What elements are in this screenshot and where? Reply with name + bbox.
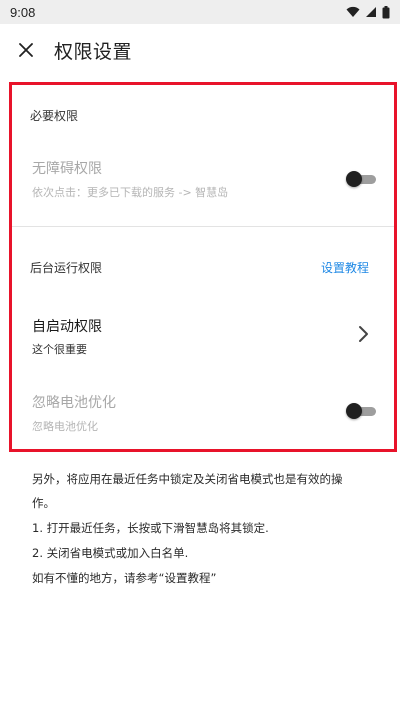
note-line-5: 如有不懂的地方，请参考“设置教程” <box>32 571 217 585</box>
status-bar: 9:08 <box>0 0 400 24</box>
autostart-permission-subtitle: 这个很重要 <box>32 343 87 356</box>
wifi-icon <box>346 6 360 17</box>
close-button[interactable] <box>2 26 50 74</box>
note-line-1: 另外，将应用在最近任务中锁定及关闭省电模式也是有效的操 <box>32 472 343 486</box>
battery-icon <box>382 5 390 18</box>
battery-optimization-title: 忽略电池优化 <box>32 395 116 411</box>
signal-icon <box>366 7 376 17</box>
accessibility-permission-title: 无障碍权限 <box>32 161 102 177</box>
status-time: 9:08 <box>10 4 36 20</box>
toggle-thumb <box>346 171 362 187</box>
note-line-2: 作。 <box>32 496 55 510</box>
accessibility-permission-subtitle: 依次点击：更多已下载的服务 -> 智慧岛 <box>32 186 229 199</box>
status-icons <box>346 5 390 19</box>
accessibility-toggle[interactable] <box>346 170 376 187</box>
note-line-4: 2. 关闭省电模式或加入白名单. <box>32 546 189 560</box>
toggle-thumb <box>346 403 362 419</box>
battery-optimization-subtitle: 忽略电池优化 <box>32 420 98 433</box>
autostart-permission-title: 自启动权限 <box>32 319 102 335</box>
chevron-right-icon <box>359 326 368 342</box>
tutorial-link[interactable]: 设置教程 <box>321 259 369 276</box>
app-bar: 权限设置 <box>0 24 400 76</box>
section-divider <box>12 226 394 227</box>
battery-optimization-toggle[interactable] <box>346 402 376 419</box>
section-label-required: 必要权限 <box>30 109 79 123</box>
page-title: 权限设置 <box>54 40 133 63</box>
section-label-background: 后台运行权限 <box>30 261 103 275</box>
close-icon <box>19 43 33 57</box>
note-line-3: 1. 打开最近任务，长按或下滑智慧岛将其锁定. <box>32 521 269 535</box>
